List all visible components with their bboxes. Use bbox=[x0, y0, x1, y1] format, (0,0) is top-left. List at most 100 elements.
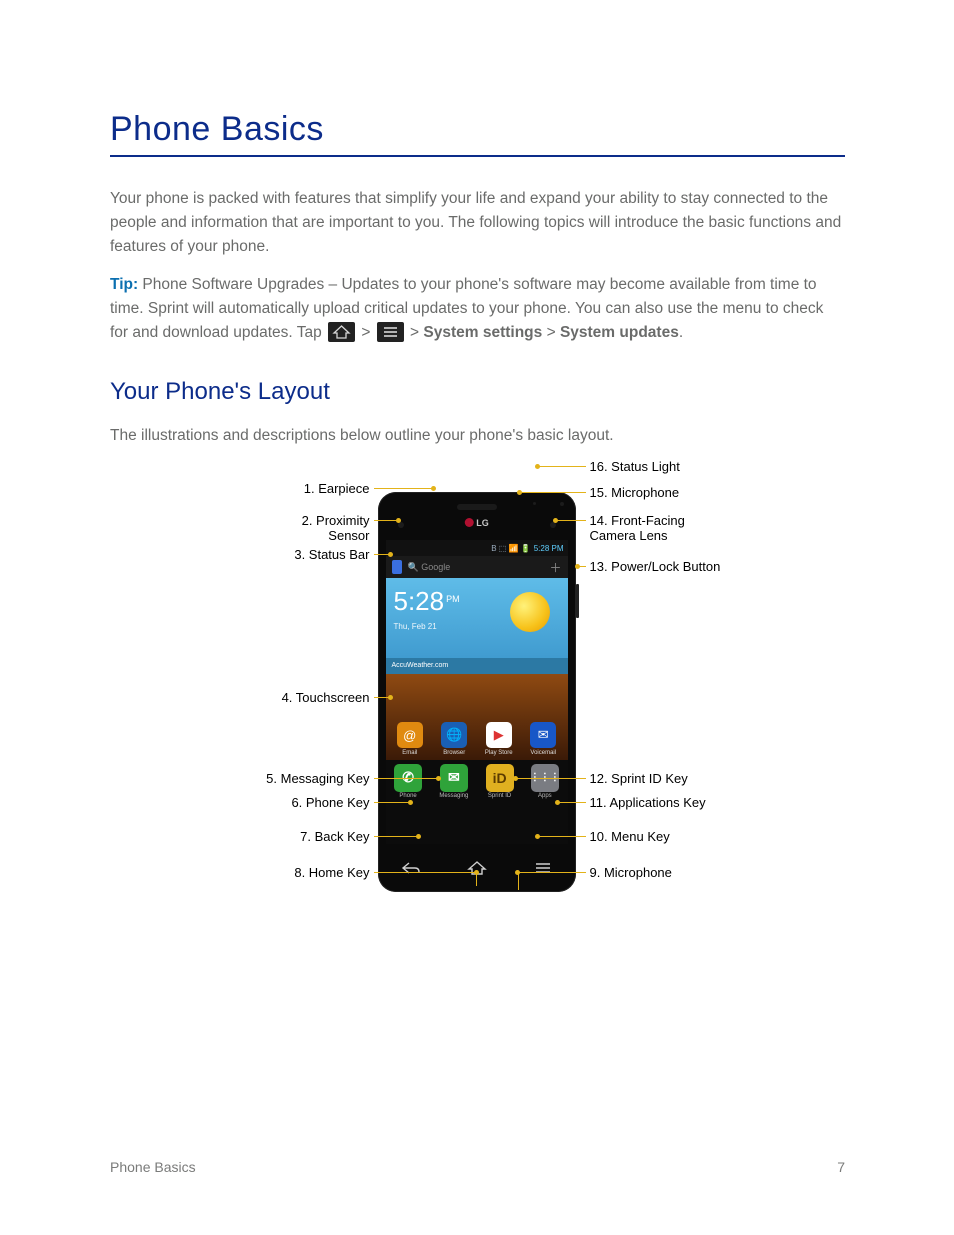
dock-sprint-id: iDSprint ID bbox=[486, 764, 514, 799]
earpiece-slot bbox=[457, 504, 497, 510]
callout-leader bbox=[538, 836, 586, 837]
page-title: Phone Basics bbox=[110, 110, 845, 149]
callout-14: 14. Front-FacingCamera Lens bbox=[590, 514, 685, 544]
callout-leader bbox=[374, 872, 476, 873]
callout-leader bbox=[374, 778, 438, 779]
app-icon: ✉ bbox=[530, 722, 556, 748]
callout-7: 7. Back Key bbox=[300, 830, 369, 845]
page: Phone Basics Your phone is packed with f… bbox=[0, 0, 954, 1235]
callout-leader bbox=[558, 802, 586, 803]
nav-keys bbox=[378, 844, 576, 892]
callout-leader bbox=[556, 520, 586, 521]
content-column: Phone Basics Your phone is packed with f… bbox=[110, 110, 845, 922]
home-icon bbox=[328, 322, 355, 342]
front-camera-dot bbox=[550, 522, 556, 528]
app-label: Voicemail bbox=[526, 750, 560, 756]
callout-8: 8. Home Key bbox=[294, 866, 369, 881]
callout-2: 2. ProximitySensor bbox=[302, 514, 370, 544]
wallpaper-area: @ Email 🌐 Browser ▶ Play Store ✉ Voicemail bbox=[386, 674, 568, 760]
app-label: Play Store bbox=[482, 750, 516, 756]
body-text: Your phone is packed with features that … bbox=[110, 187, 845, 448]
phone-layout-figure: LG B ⬚ 📶 🔋 5:28 PM 🔍 Google ＋ bbox=[218, 462, 738, 922]
callout-leader bbox=[476, 872, 477, 886]
app-icon: @ bbox=[397, 722, 423, 748]
status-bar: B ⬚ 📶 🔋 5:28 PM bbox=[386, 540, 568, 556]
app-play-store: ▶ Play Store bbox=[482, 722, 516, 756]
tip-paragraph: Tip: Phone Software Upgrades – Updates t… bbox=[110, 273, 845, 345]
intro-paragraph: Your phone is packed with features that … bbox=[110, 187, 845, 259]
app-label: Email bbox=[393, 750, 427, 756]
callout-leader bbox=[374, 836, 418, 837]
brand-logo: LG bbox=[464, 518, 489, 528]
callout-3: 3. Status Bar bbox=[294, 548, 369, 563]
menu-icon bbox=[377, 322, 404, 342]
search-placeholder: 🔍 Google bbox=[408, 562, 544, 573]
callout-10: 10. Menu Key bbox=[590, 830, 670, 845]
status-time: 5:28 PM bbox=[534, 544, 564, 553]
callout-leader bbox=[518, 872, 519, 890]
callout-leader bbox=[374, 488, 433, 489]
callout-4: 4. Touchscreen bbox=[282, 691, 370, 706]
app-browser: 🌐 Browser bbox=[437, 722, 471, 756]
callout-9: 9. Microphone bbox=[590, 866, 672, 881]
page-footer: Phone Basics 7 bbox=[110, 1159, 845, 1175]
footer-section: Phone Basics bbox=[110, 1159, 196, 1175]
callout-11: 11. Applications Key bbox=[590, 796, 706, 811]
callout-leader bbox=[538, 466, 586, 467]
callout-leader bbox=[516, 778, 586, 779]
dock-label: Sprint ID bbox=[488, 793, 511, 799]
weather-clock-widget: 5:28PM Thu, Feb 21 AccuWeather.com bbox=[386, 578, 568, 674]
app-icon: 🌐 bbox=[441, 722, 467, 748]
widget-time: 5:28PM bbox=[394, 586, 460, 617]
phone-screen: B ⬚ 📶 🔋 5:28 PM 🔍 Google ＋ 5:28PM Thu, F… bbox=[386, 540, 568, 844]
dock-icon: iD bbox=[486, 764, 514, 792]
callout-16: 16. Status Light bbox=[590, 460, 680, 475]
dock: ✆Phone ✉Messaging iDSprint ID ⋮⋮⋮Apps bbox=[386, 760, 568, 802]
callout-13: 13. Power/Lock Button bbox=[590, 560, 721, 575]
dock-label: Apps bbox=[538, 793, 552, 799]
sep-c: > bbox=[542, 324, 560, 341]
app-row: @ Email 🌐 Browser ▶ Play Store ✉ Voicemail bbox=[386, 718, 568, 760]
footer-page-number: 7 bbox=[837, 1159, 845, 1175]
status-light-dot bbox=[560, 502, 564, 506]
callout-leader bbox=[374, 802, 410, 803]
dock-label: Messaging bbox=[439, 793, 468, 799]
callout-12: 12. Sprint ID Key bbox=[590, 772, 688, 787]
voice-search-icon bbox=[392, 560, 402, 574]
dock-apps: ⋮⋮⋮Apps bbox=[531, 764, 559, 799]
bezel-top: LG bbox=[378, 492, 576, 540]
section-heading: Your Phone's Layout bbox=[110, 373, 845, 410]
title-rule bbox=[110, 155, 845, 157]
app-email: @ Email bbox=[393, 722, 427, 756]
app-label: Browser bbox=[437, 750, 471, 756]
back-key-icon bbox=[400, 860, 422, 876]
callout-leader bbox=[578, 566, 586, 567]
widget-provider: AccuWeather.com bbox=[386, 658, 568, 674]
sun-icon bbox=[510, 592, 550, 632]
widget-date: Thu, Feb 21 bbox=[394, 622, 437, 631]
power-button-shape bbox=[576, 584, 579, 618]
app-voicemail: ✉ Voicemail bbox=[526, 722, 560, 756]
callout-1: 1. Earpiece bbox=[304, 482, 370, 497]
sep-a: > bbox=[357, 324, 375, 341]
callout-leader bbox=[374, 554, 390, 555]
callout-leader bbox=[520, 492, 586, 493]
menu-key-icon bbox=[532, 860, 554, 876]
search-bar: 🔍 Google ＋ bbox=[386, 556, 568, 578]
dock-label: Phone bbox=[399, 793, 416, 799]
callout-15: 15. Microphone bbox=[590, 486, 680, 501]
status-icons: B ⬚ 📶 🔋 bbox=[491, 544, 530, 553]
top-mic-dot bbox=[533, 502, 536, 505]
tip-sys-settings: System settings bbox=[423, 324, 542, 341]
callout-leader bbox=[374, 520, 398, 521]
tip-label: Tip: bbox=[110, 276, 138, 293]
proximity-sensor-dot bbox=[398, 522, 404, 528]
callout-leader bbox=[518, 872, 586, 873]
add-widget-icon: ＋ bbox=[549, 559, 561, 576]
dock-messaging: ✉Messaging bbox=[439, 764, 468, 799]
dock-phone: ✆Phone bbox=[394, 764, 422, 799]
dock-icon: ✉ bbox=[440, 764, 468, 792]
tip-sys-updates: System updates bbox=[560, 324, 679, 341]
app-icon: ▶ bbox=[486, 722, 512, 748]
section-lead: The illustrations and descriptions below… bbox=[110, 424, 845, 448]
